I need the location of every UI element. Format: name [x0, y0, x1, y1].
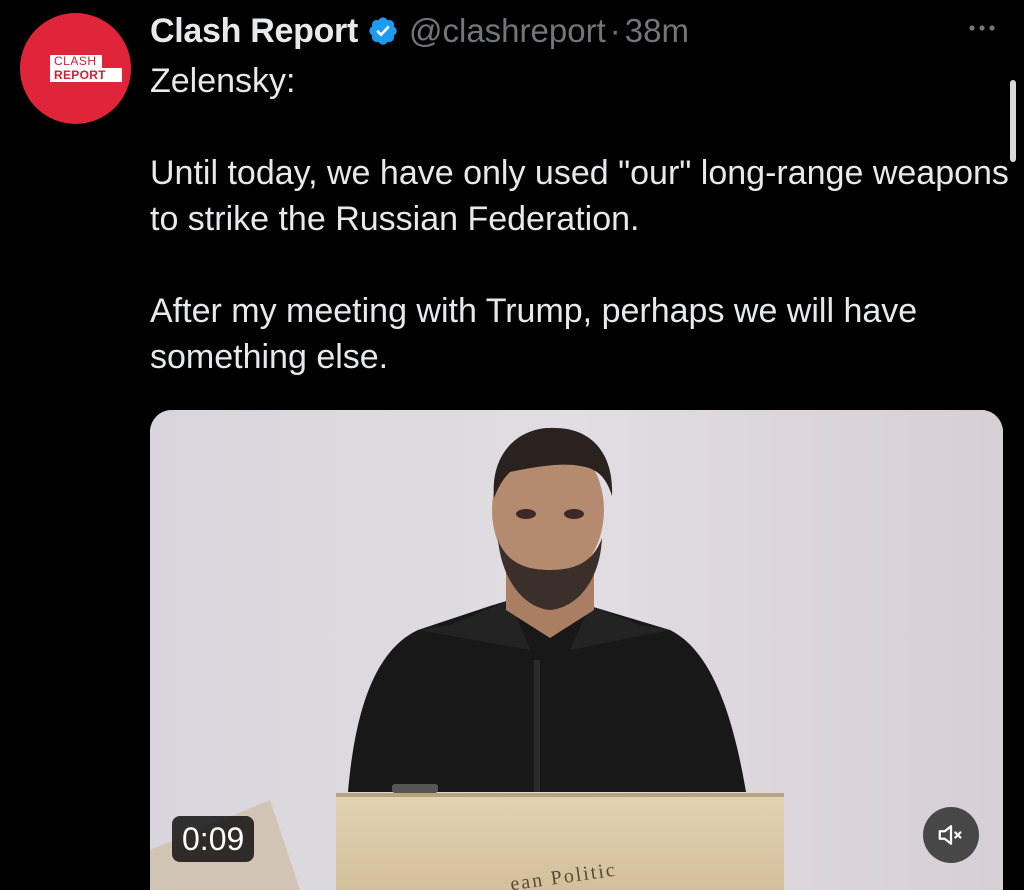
- author-avatar[interactable]: CLASH REPORT: [20, 13, 131, 124]
- more-horizontal-icon[interactable]: [966, 18, 998, 38]
- video-player[interactable]: ean Politic 0:09: [150, 410, 1003, 890]
- tweet-timestamp[interactable]: 38m: [625, 12, 689, 50]
- tweet-text: Zelensky: Until today, we have only used…: [150, 58, 1010, 380]
- verified-badge-icon: [369, 17, 397, 45]
- tweet-text-line-1: Zelensky:: [150, 62, 296, 100]
- tweet-text-paragraph-3: After my meeting with Trump, perhaps we …: [150, 292, 918, 376]
- author-display-name[interactable]: Clash Report: [150, 12, 358, 51]
- speaker-muted-icon: [938, 825, 962, 845]
- video-frame: [150, 410, 1003, 890]
- scrollbar[interactable]: [1010, 80, 1016, 162]
- clash-report-logo: CLASH REPORT: [50, 53, 122, 83]
- video-duration: 0:09: [172, 816, 255, 862]
- avatar-logo-line2: REPORT: [50, 67, 122, 82]
- tweet-text-paragraph-2: Until today, we have only used "our" lon…: [150, 154, 1009, 238]
- author-handle[interactable]: @clashreport: [409, 12, 606, 50]
- tweet-header: Clash Report @clashreport · 38m: [150, 8, 689, 54]
- avatar-logo-line1: CLASH: [50, 54, 102, 68]
- separator-dot: ·: [609, 12, 621, 49]
- mute-toggle-button[interactable]: [923, 807, 979, 863]
